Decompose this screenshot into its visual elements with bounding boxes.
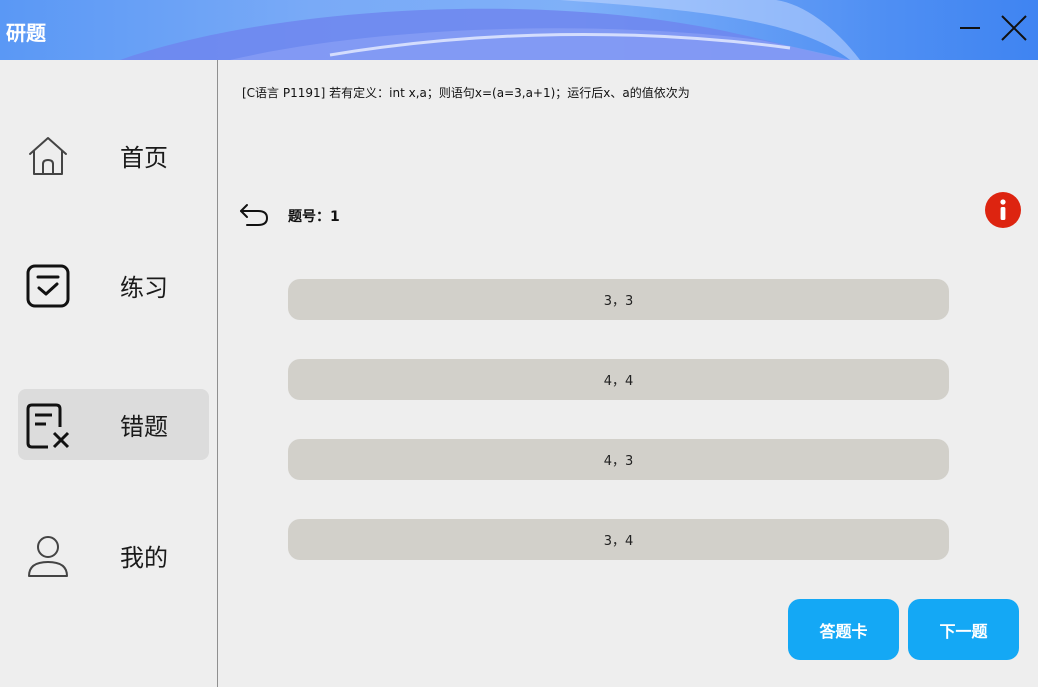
option-d[interactable]: 3，4 [288,519,949,560]
next-question-button[interactable]: 下一题 [908,599,1019,660]
option-a[interactable]: 3，3 [288,279,949,320]
answer-card-button[interactable]: 答题卡 [788,599,899,660]
option-b[interactable]: 4，4 [288,359,949,400]
sidebar-item-label: 错题 [120,413,168,441]
sidebar-item-label: 练习 [120,274,168,302]
back-arrow-icon[interactable] [238,201,270,229]
question-text: [C语言 P1191] 若有定义：int x,a；则语句x=(a=3,a+1)；… [242,86,690,100]
sidebar-item-wrong-questions[interactable]: 错题 [18,389,209,460]
sidebar-item-label: 我的 [120,544,168,572]
question-number: 题号：1 [288,209,340,225]
title-bar-decoration [120,0,860,60]
sidebar-item-practice[interactable]: 练习 [18,250,209,321]
practice-check-icon [26,264,70,308]
minimize-icon [960,27,980,29]
title-bar: 研题 [0,0,1038,60]
app-title: 研题 [6,21,46,45]
info-glyph [1000,199,1006,220]
close-icon [1001,15,1027,41]
sidebar: 首页 练习 错题 我的 [0,60,218,687]
option-c[interactable]: 4，3 [288,439,949,480]
question-panel: [C语言 P1191] 若有定义：int x,a；则语句x=(a=3,a+1)；… [219,60,1038,687]
wrong-questions-icon [26,403,70,449]
close-button[interactable] [994,10,1034,46]
sidebar-item-home[interactable]: 首页 [18,120,209,191]
info-icon[interactable] [985,192,1021,228]
home-icon [29,137,67,175]
sidebar-item-label: 首页 [120,144,168,172]
user-icon [28,536,68,577]
minimize-button[interactable] [950,10,990,46]
sidebar-item-profile[interactable]: 我的 [18,520,209,591]
